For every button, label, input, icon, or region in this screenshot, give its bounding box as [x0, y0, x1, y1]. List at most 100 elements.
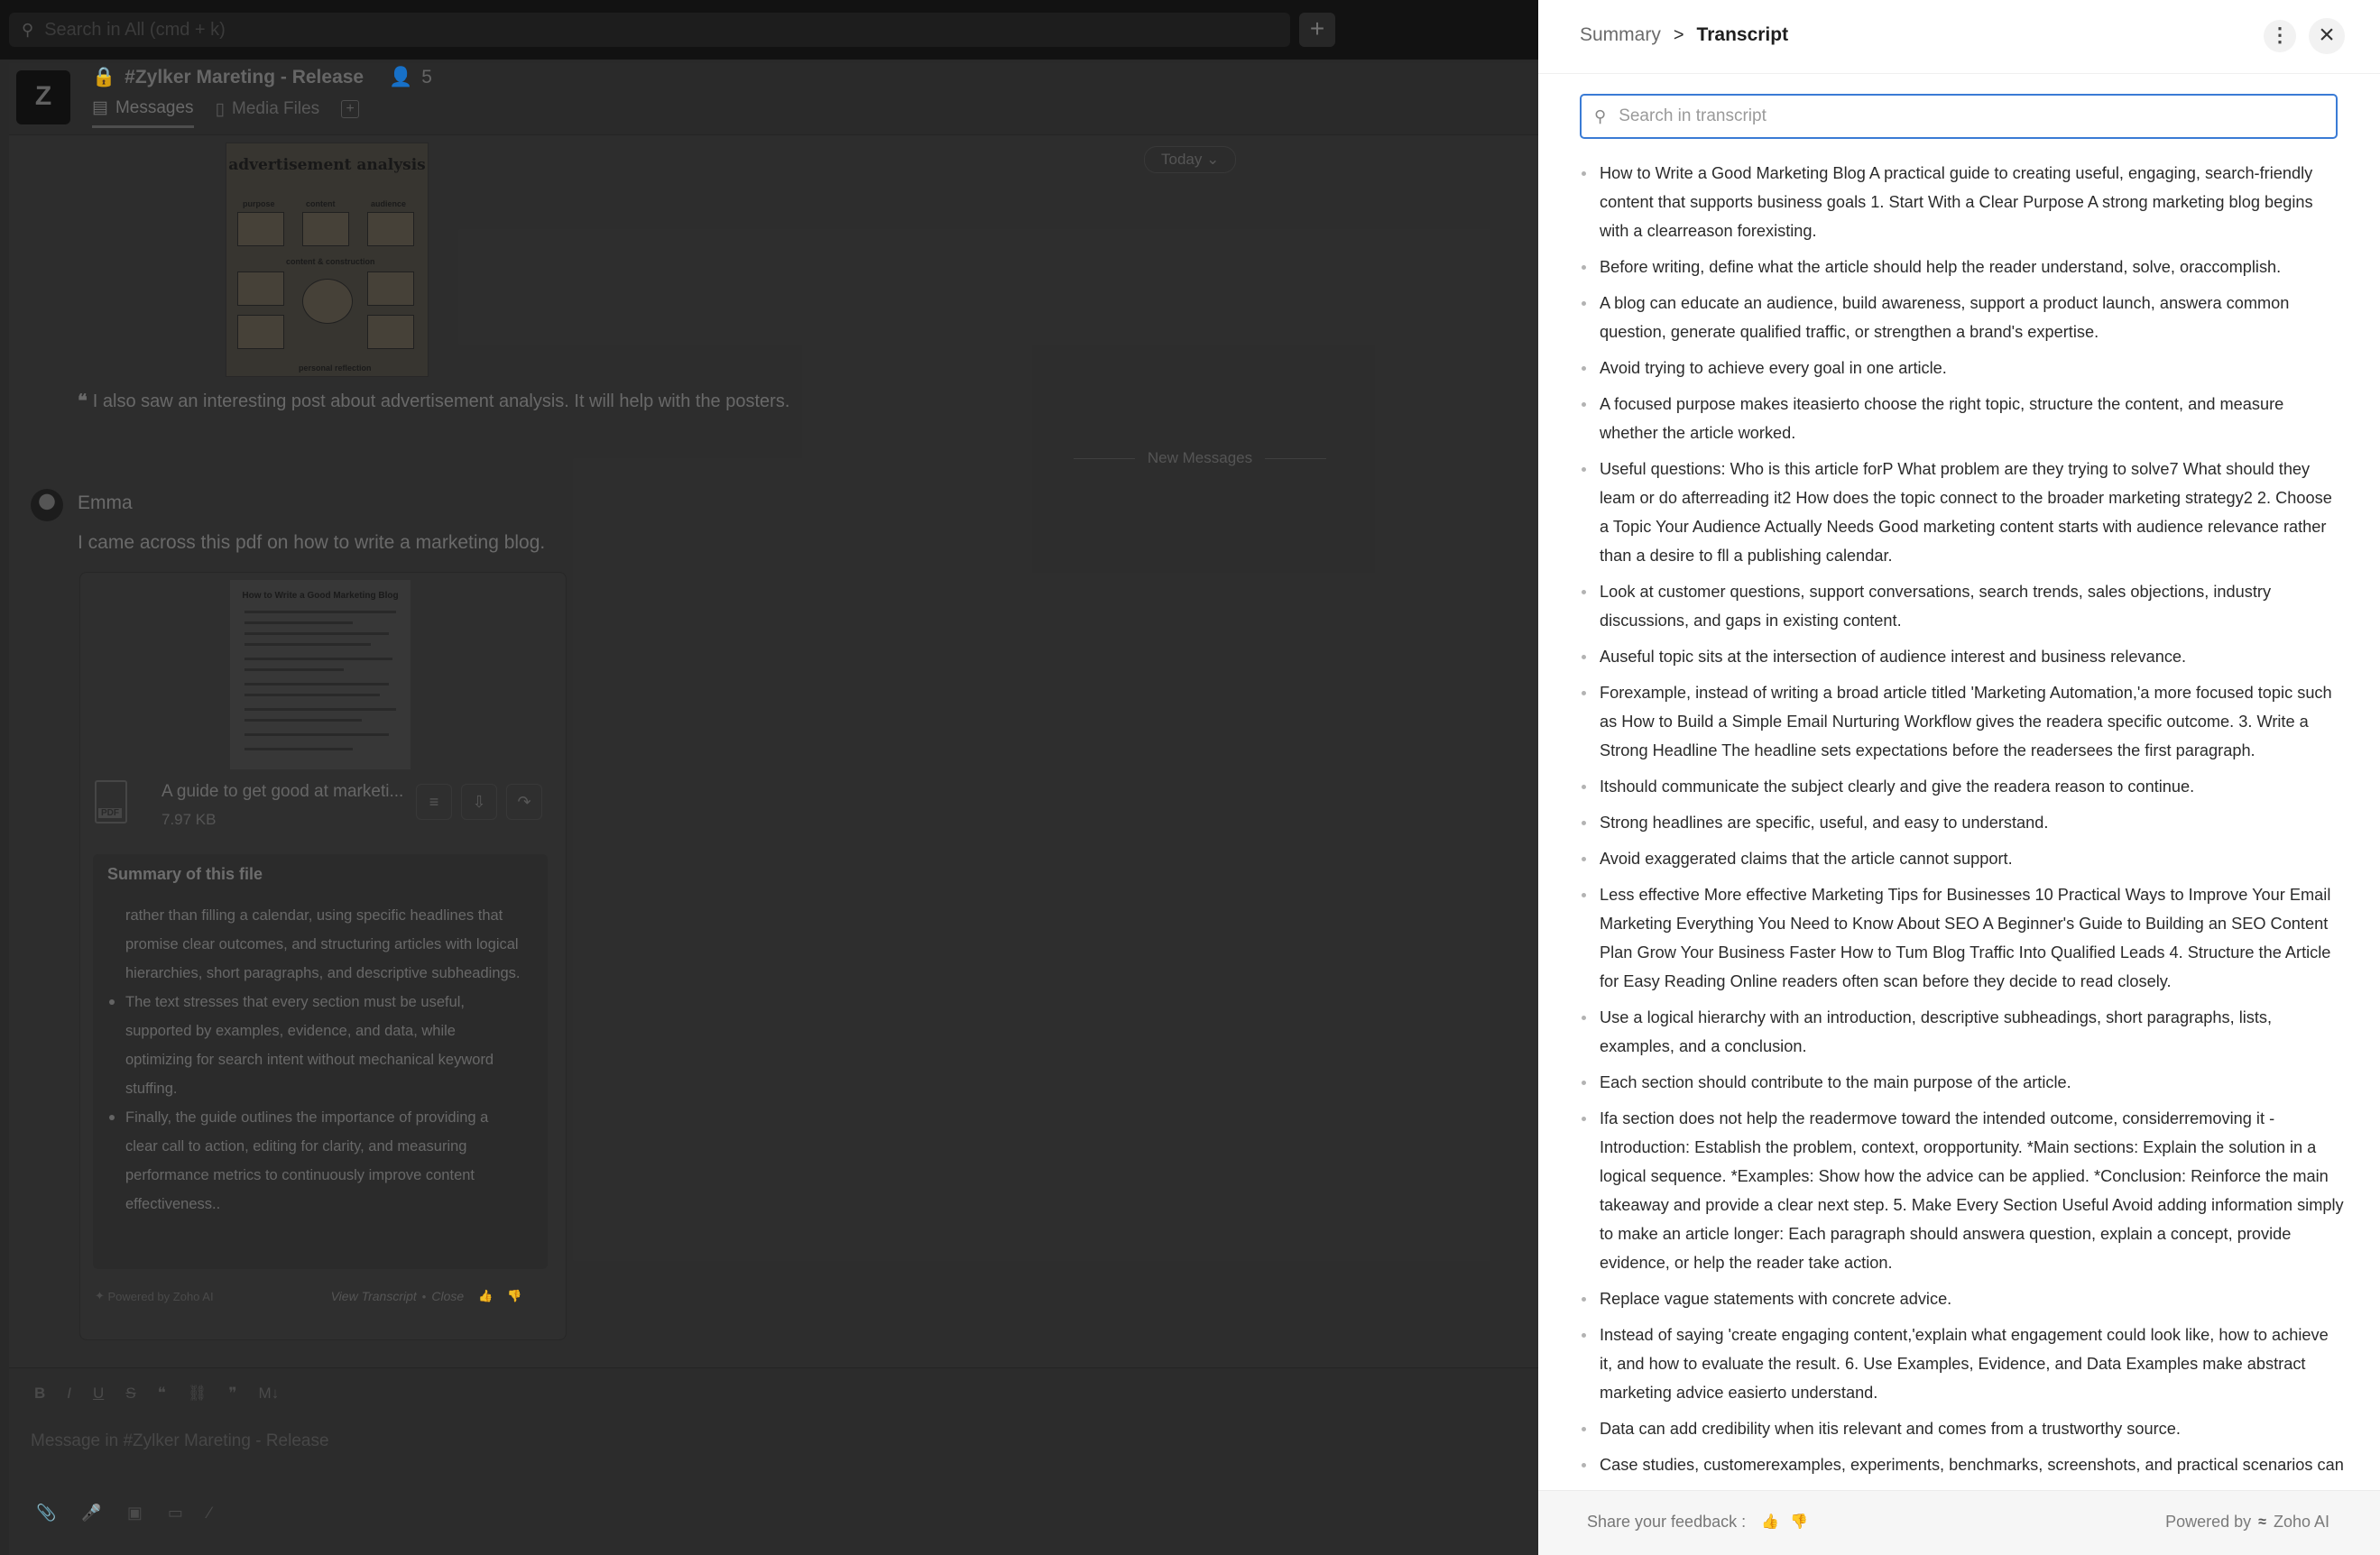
view-transcript-link[interactable]: View Transcript [331, 1289, 417, 1303]
message-list: advertisement analysis purpose content a… [9, 135, 1538, 1398]
transcript-line: Forexample, instead of writing a broad a… [1580, 678, 2345, 765]
message-input[interactable]: Message in #Zylker Mareting - Release [31, 1431, 329, 1451]
thumbs-up-icon[interactable]: 👍 [478, 1289, 493, 1303]
breadcrumb-separator: > [1673, 24, 1684, 45]
top-bar: ⚲ Search in All (cmd + k) + [0, 0, 1538, 60]
transcript-line: Use a logical hierarchy with an introduc… [1580, 1003, 2345, 1061]
quote-format-icon[interactable]: ❝ [158, 1385, 166, 1403]
transcript-line: Replace vague statements with concrete a… [1580, 1284, 2345, 1313]
panel-header: Summary > Transcript ⋮ × [1538, 0, 2380, 74]
member-count[interactable]: 5 [421, 67, 432, 88]
transcript-line: Less effective More effective Marketing … [1580, 880, 2345, 996]
page-title: Transcript [1696, 24, 1789, 45]
download-icon[interactable]: ⇩ [461, 784, 497, 820]
strikethrough-icon[interactable]: S [125, 1385, 135, 1403]
chat-app-background: ⚲ Search in All (cmd + k) + Z 🔒 #Zylker … [0, 0, 1538, 1555]
transcript-line: Strong headlines are specific, useful, a… [1580, 808, 2345, 837]
search-icon: ⚲ [1594, 106, 1607, 125]
transcript-line: Data can add credibility when itis relev… [1580, 1414, 2345, 1443]
ai-sparkle-icon: ✦ [95, 1289, 108, 1302]
markdown-icon[interactable]: M↓ [259, 1385, 280, 1403]
channel-panel: Z 🔒 #Zylker Mareting - Release 👤 5 ▤ Mes… [9, 63, 1538, 1555]
add-tab-icon: + [341, 100, 360, 118]
transcript-search: ⚲ [1580, 94, 2338, 139]
transcript-line: Instead of saying 'create engaging conte… [1580, 1320, 2345, 1407]
transcript-line: Each section should contribute to the ma… [1580, 1068, 2345, 1097]
composer-actions: 📎 🎤 ▣ ▭ ∕ [36, 1504, 211, 1523]
transcript-line: A blog can educate an audience, build aw… [1580, 289, 2345, 346]
transcript-line: Itshould communicate the subject clearly… [1580, 772, 2345, 801]
transcript-panel: Summary > Transcript ⋮ × ⚲ How to Write … [1538, 0, 2380, 1555]
global-search-input[interactable]: ⚲ Search in All (cmd + k) [9, 13, 1290, 47]
transcript-line: Before writing, define what the article … [1580, 253, 2345, 281]
add-tab-button[interactable]: + [341, 97, 360, 128]
channel-logo[interactable]: Z [16, 70, 70, 124]
search-icon: ⚲ [22, 20, 34, 39]
slash-command-icon[interactable]: ∕ [208, 1504, 211, 1523]
thumbs-down-icon[interactable]: 👎 [1790, 1513, 1808, 1531]
channel-header: Z 🔒 #Zylker Mareting - Release 👤 5 ▤ Mes… [9, 63, 1538, 135]
screen-share-icon[interactable]: ▭ [168, 1504, 183, 1523]
feedback-label: Share your feedback : [1587, 1513, 1747, 1531]
file-attachment-card: How to Write a Good Marketing Blog PDF A… [79, 572, 567, 1340]
members-icon[interactable]: 👤 [389, 67, 412, 88]
transcript-line: How to Write a Good Marketing Blog A pra… [1580, 159, 2345, 245]
powered-by: Powered by ≈ Zoho AI [2165, 1513, 2329, 1531]
message-text: I came across this pdf on how to write a… [78, 532, 546, 553]
summary-point: Finally, the guide outlines the importan… [109, 1103, 522, 1219]
microphone-icon[interactable]: 🎤 [81, 1504, 101, 1523]
channel-name[interactable]: #Zylker Mareting - Release [125, 67, 364, 88]
transcript-line: Avoid exaggerated claims that the articl… [1580, 844, 2345, 873]
file-size: 7.97 KB [161, 811, 217, 828]
zoho-logo-icon: ≈ [2258, 1514, 2266, 1530]
bold-icon[interactable]: B [34, 1385, 45, 1403]
breadcrumb: Summary > Transcript [1580, 24, 1788, 46]
transcript-line: Case studies, customerexamples, experime… [1580, 1450, 2345, 1476]
powered-by-label: Powered by Zoho AI [107, 1289, 214, 1303]
quoted-message: ❝ I also saw an interesting post about ad… [78, 391, 790, 411]
transcript-list: How to Write a Good Marketing Blog A pra… [1580, 159, 2345, 1476]
underline-icon[interactable]: U [93, 1385, 104, 1403]
thumbs-up-icon[interactable]: 👍 [1761, 1513, 1779, 1531]
share-icon[interactable]: ↷ [506, 784, 542, 820]
tab-media-files[interactable]: ▯ Media Files [216, 97, 320, 128]
transcript-line: Ifa section does not help the readermove… [1580, 1104, 2345, 1277]
file-name[interactable]: A guide to get good at marketi... [161, 782, 403, 802]
summary-point: rather than filling a calendar, using sp… [125, 907, 521, 981]
plus-icon[interactable]: + [1299, 13, 1335, 47]
format-toolbar: B I U S ❝ ⛓ ❞ M↓ [34, 1385, 279, 1403]
link-icon[interactable]: ⛓ [188, 1385, 208, 1403]
pdf-preview[interactable]: How to Write a Good Marketing Blog [230, 580, 411, 769]
transcript-line: A focused purpose makes iteasierto choos… [1580, 390, 2345, 447]
breadcrumb-summary[interactable]: Summary [1580, 24, 1661, 46]
blockquote-icon[interactable]: ❞ [228, 1385, 236, 1403]
more-options-icon[interactable]: ⋮ [2264, 20, 2296, 52]
thumbs-down-icon[interactable]: 👎 [507, 1289, 521, 1303]
summary-title: Summary of this file [107, 865, 263, 883]
lock-icon: 🔒 [92, 67, 116, 87]
close-icon[interactable]: × [2309, 18, 2345, 54]
channel-title: 🔒 #Zylker Mareting - Release 👤 5 [92, 67, 432, 88]
messages-icon: ▤ [92, 98, 108, 117]
summary-list-icon[interactable]: ≡ [416, 784, 452, 820]
file-info-row: PDF A guide to get good at marketi... 7.… [95, 780, 555, 834]
italic-icon[interactable]: I [67, 1385, 71, 1403]
transcript-search-input[interactable] [1619, 106, 2305, 126]
pdf-file-icon: PDF [95, 780, 127, 824]
summary-point: The text stresses that every section mus… [109, 988, 522, 1103]
image-title: advertisement analysis [228, 156, 426, 174]
video-icon[interactable]: ▣ [127, 1504, 143, 1523]
tab-messages[interactable]: ▤ Messages [92, 97, 194, 128]
avatar[interactable] [31, 489, 63, 521]
transcript-line: Auseful topic sits at the intersection o… [1580, 642, 2345, 671]
file-summary: Summary of this file rather than filling… [93, 854, 548, 1269]
date-divider[interactable]: Today ⌄ [1144, 146, 1237, 173]
summary-footer: ✦ Powered by Zoho AI View Transcript • C… [95, 1289, 522, 1303]
transcript-line: Look at customer questions, support conv… [1580, 577, 2345, 635]
quote-icon: ❝ [78, 391, 88, 411]
new-messages-divider: New Messages [1074, 449, 1326, 467]
image-attachment[interactable]: advertisement analysis purpose content a… [226, 143, 429, 377]
close-summary-link[interactable]: Close [431, 1289, 464, 1303]
message-author[interactable]: Emma [78, 492, 133, 514]
attachment-icon[interactable]: 📎 [36, 1504, 56, 1523]
